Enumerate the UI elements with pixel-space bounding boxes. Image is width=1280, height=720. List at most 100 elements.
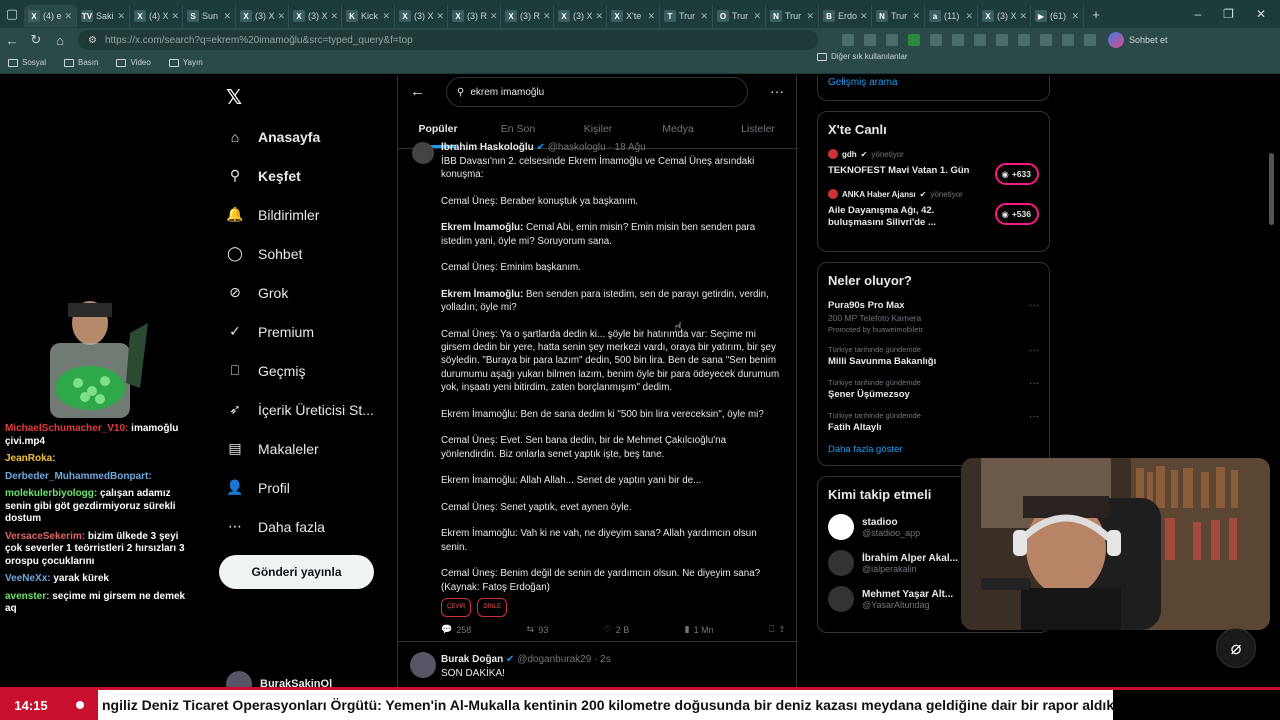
browser-tab[interactable]: ▶ (61) ✕ [1031, 5, 1084, 27]
bookmark-folder[interactable]: Basın [64, 58, 98, 67]
bookmark-folder[interactable]: Yayın [168, 58, 203, 67]
sidebar-item-home[interactable]: ⌂ Anasayfa [226, 117, 374, 156]
tab-close-icon[interactable]: ✕ [912, 11, 920, 22]
avatar[interactable] [828, 586, 854, 612]
browser-tab[interactable]: TV Saki ✕ [77, 5, 130, 27]
more-options-icon[interactable]: ··· [1029, 378, 1039, 389]
tab-close-icon[interactable]: ✕ [382, 11, 390, 22]
views-button[interactable]: ▮ 1 Mn [685, 624, 714, 635]
browser-tab[interactable]: N Trur ✕ [766, 5, 819, 27]
extension-icon[interactable] [974, 34, 986, 46]
chat-button[interactable]: Sohbet et [1108, 32, 1168, 48]
listener-badge[interactable]: ◉ +536 [995, 203, 1039, 225]
star-icon[interactable] [886, 34, 898, 46]
tweet-author[interactable]: İbrahim Haskoloğlu [441, 142, 534, 153]
like-button[interactable]: ♡ 2 B [604, 624, 630, 635]
browser-tab[interactable]: X (3) X ✕ [978, 5, 1031, 27]
home-icon[interactable]: ⌂ [48, 33, 72, 48]
url-input[interactable]: ⚙ https://x.com/search?q=ekrem%20imamoğl… [78, 30, 818, 50]
tag-button[interactable]: DİNLE [477, 597, 508, 618]
tab-close-icon[interactable]: ✕ [490, 11, 498, 22]
sidebar-item-bookmark[interactable]: ⎕ Geçmiş [226, 351, 374, 390]
tweet[interactable]: İbrahim Haskoloğlu ✔ @haskologlu · 18 Ağ… [398, 142, 798, 642]
bookmark-folder[interactable]: Sosyal [8, 58, 46, 67]
trend-item[interactable]: Türkiye tarihinde gündemde Fatih Altaylı ·… [828, 411, 1039, 433]
tab-close-icon[interactable]: ✕ [806, 11, 814, 22]
extension-icon[interactable] [1062, 34, 1074, 46]
show-more-link[interactable]: Daha fazla göster [828, 444, 1039, 455]
browser-tab[interactable]: X (3) X ✕ [236, 5, 289, 27]
trend-item[interactable]: Pura90s Pro Max 200 MP Telefoto Kamera Pro… [828, 300, 1039, 334]
browser-tab[interactable]: S Sun ✕ [183, 5, 236, 27]
scrollbar-thumb[interactable] [1269, 153, 1274, 225]
browser-tab[interactable]: B Erdo ✕ [819, 5, 872, 27]
tab-close-icon[interactable]: ✕ [596, 11, 604, 22]
tag-button[interactable]: ÇEVİR [441, 597, 472, 618]
browser-tab[interactable]: X (3) X ✕ [554, 5, 607, 27]
trend-item[interactable]: Türkiye tarihinde gündemde Milli Savunma … [828, 345, 1039, 367]
minimize-icon[interactable]: – [1194, 7, 1201, 21]
browser-tab[interactable]: N Trur ✕ [872, 5, 925, 27]
live-item[interactable]: gdh ✔ yönetiyor TEKNOFEST Mavi Vatan 1. Gün… [828, 149, 1039, 185]
live-item[interactable]: ANKA Haber Ajansı ✔ yönetiyor Aile Dayanışm… [828, 189, 1039, 229]
tab-close-icon[interactable]: ✕ [437, 11, 445, 22]
tab-close-icon[interactable]: ✕ [647, 11, 655, 22]
avatar[interactable] [410, 652, 436, 678]
browser-tab[interactable]: X (4) e ✕ [24, 5, 77, 27]
tab-close-icon[interactable]: ✕ [117, 11, 125, 22]
tab-close-icon[interactable]: ✕ [172, 11, 180, 22]
browser-tab[interactable]: K Kick ✕ [342, 5, 395, 27]
search-input[interactable]: ⚲ ekrem imamoğlu [446, 77, 748, 107]
extension-icon[interactable] [930, 34, 942, 46]
extension-icon[interactable] [1084, 34, 1096, 46]
reply-button[interactable]: 💬 258 [441, 624, 471, 635]
browser-tab[interactable]: X (4) X ✕ [130, 5, 183, 27]
browser-tab[interactable]: T Trur ✕ [660, 5, 713, 27]
browser-tab[interactable]: X (3) R ✕ [448, 5, 501, 27]
more-options-icon[interactable]: ··· [770, 83, 784, 99]
sidebar-item-bell[interactable]: 🔔 Bildirimler [226, 195, 374, 234]
tab-close-icon[interactable]: ✕ [753, 11, 761, 22]
tab-close-icon[interactable]: ✕ [700, 11, 708, 22]
extension-icon[interactable] [952, 34, 964, 46]
tab-close-icon[interactable]: ✕ [65, 11, 73, 22]
share-icon[interactable]: ⇧ [778, 624, 786, 635]
browser-tab[interactable]: X (3) X ✕ [289, 5, 342, 27]
x-logo-icon[interactable]: 𝕏 [226, 85, 242, 110]
bookmark-folder[interactable]: Video [116, 58, 151, 67]
more-options-icon[interactable]: ··· [1029, 300, 1039, 311]
tab-close-icon[interactable]: ✕ [1071, 11, 1079, 22]
extension-icon[interactable] [908, 34, 920, 46]
sidebar-item-article[interactable]: ▤ Makaleler [226, 429, 374, 468]
other-bookmarks[interactable]: Diğer sık kullanılanlar [817, 52, 1050, 61]
sidebar-item-premium[interactable]: ✓ Premium [226, 312, 374, 351]
avatar[interactable] [828, 514, 854, 540]
sidebar-item-more[interactable]: ⋯ Daha fazla [226, 507, 374, 546]
browser-tab[interactable]: X X'te ✕ [607, 5, 660, 27]
tab-close-icon[interactable]: ✕ [1020, 11, 1028, 22]
close-icon[interactable]: ✕ [1256, 7, 1266, 21]
sidebar-item-user[interactable]: 👤 Profil [226, 468, 374, 507]
extension-icon[interactable] [842, 34, 854, 46]
advanced-search-link[interactable]: Gelişmiş arama [817, 75, 1050, 101]
browser-tab[interactable]: X (3) R ✕ [501, 5, 554, 27]
avatar[interactable] [828, 550, 854, 576]
tab-overview-icon[interactable]: ▢ [0, 6, 24, 22]
tab-close-icon[interactable]: ✕ [223, 11, 231, 22]
tab-close-icon[interactable]: ✕ [543, 11, 551, 22]
more-options-icon[interactable]: ··· [1029, 345, 1039, 356]
avatar[interactable] [412, 142, 434, 164]
extension-icon[interactable] [864, 34, 876, 46]
site-info-icon[interactable]: ⚙ [88, 35, 97, 46]
browser-tab[interactable]: a (11) ✕ [925, 5, 978, 27]
sidebar-item-chat[interactable]: ◯ Sohbet [226, 234, 374, 273]
sidebar-item-grok[interactable]: ⊘ Grok [226, 273, 374, 312]
extension-icon[interactable] [1040, 34, 1052, 46]
more-options-icon[interactable]: ··· [1029, 411, 1039, 422]
scrollbar[interactable] [1268, 75, 1275, 687]
repost-button[interactable]: ⇆ 93 [527, 624, 549, 635]
new-tab-icon[interactable]: + [1084, 7, 1108, 22]
sidebar-item-rocket[interactable]: ➶ İçerik Üreticisi St... [226, 390, 374, 429]
tab-close-icon[interactable]: ✕ [965, 11, 973, 22]
post-button[interactable]: Gönderi yayınla [219, 555, 374, 589]
